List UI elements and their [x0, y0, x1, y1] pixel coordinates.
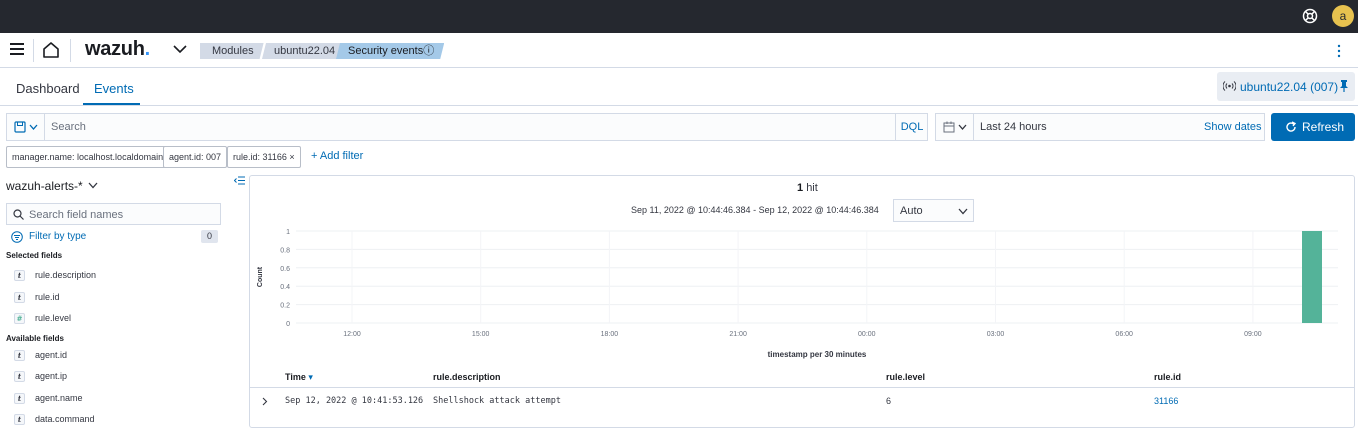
column-header-level[interactable]: rule.level [886, 372, 925, 382]
x-tick-label: 03:00 [987, 331, 1005, 338]
filter-count-badge: 0 [201, 230, 218, 243]
histogram-chart: 1 0.8 0.6 0.4 0.2 0 12:00 15:00 18:00 21:00 00:00 0… [257, 229, 1338, 359]
antenna-icon [1223, 81, 1236, 91]
top-header: a [0, 0, 1358, 33]
tab-dashboard[interactable]: Dashboard [16, 81, 80, 96]
refresh-icon [1286, 121, 1297, 132]
interval-select[interactable]: Auto [893, 199, 974, 222]
help-icon[interactable] [1302, 8, 1318, 24]
navbar: wazuh. Modules ubuntu22.04 Security even… [0, 33, 1358, 68]
search-icon [13, 209, 24, 220]
hit-count: 1 hit [797, 182, 818, 194]
cell-time: Sep 12, 2022 @ 10:41:53.126 [285, 396, 424, 406]
avatar[interactable]: a [1332, 5, 1354, 27]
date-range[interactable]: Last 24 hours [980, 121, 1047, 133]
collapse-sidebar-icon[interactable] [234, 176, 245, 185]
info-icon: ⓘ [423, 45, 435, 57]
query-bar: Search DQL [6, 113, 928, 141]
x-tick-label: 18:00 [601, 331, 619, 338]
sort-icon[interactable]: ▾ [308, 372, 313, 382]
breadcrumb-security-events: Security eventsⓘ [336, 43, 444, 59]
y-axis-label: Count [257, 266, 264, 287]
x-tick-label: 09:00 [1244, 331, 1262, 338]
add-filter-button[interactable]: + Add filter [311, 150, 363, 162]
string-type-icon: t [14, 350, 25, 361]
string-type-icon: t [14, 393, 25, 404]
column-header-description[interactable]: rule.description [433, 372, 501, 382]
time-range-label: Sep 11, 2022 @ 10:44:46.384 - Sep 12, 20… [631, 205, 879, 215]
x-tick-label: 00:00 [858, 331, 876, 338]
calendar-icon [943, 121, 955, 133]
active-tab-indicator [83, 103, 140, 105]
chevron-down-icon[interactable] [173, 44, 187, 54]
string-type-icon: t [14, 292, 25, 303]
y-tick-label: 0.8 [280, 247, 290, 254]
y-tick-label: 0 [286, 321, 290, 328]
y-tick-label: 0.2 [280, 303, 290, 310]
x-tick-label: 21:00 [729, 331, 747, 338]
selected-fields-title: Selected fields [6, 251, 63, 260]
filter-pill[interactable]: manager.name: localhost.localdomain [6, 146, 170, 168]
chevron-down-icon [958, 124, 967, 130]
string-type-icon: t [14, 414, 25, 425]
show-dates-link[interactable]: Show dates [1204, 121, 1261, 133]
breadcrumb-agent[interactable]: ubuntu22.04 [262, 43, 345, 59]
cell-description: Shellshock attack attempt [433, 396, 561, 406]
cell-level: 6 [886, 396, 892, 406]
agent-selector[interactable]: ubuntu22.04 (007) [1217, 72, 1355, 101]
filter-pill[interactable]: agent.id: 007 [163, 146, 228, 168]
breadcrumb-modules[interactable]: Modules [200, 43, 264, 59]
agent-label: ubuntu22.04 (007) [1240, 80, 1339, 94]
x-axis-label: timestamp per 30 minutes [768, 350, 867, 359]
dql-toggle[interactable]: DQL [895, 114, 928, 140]
wazuh-logo[interactable]: wazuh. [85, 38, 150, 61]
y-tick-label: 0.4 [280, 284, 290, 291]
close-icon[interactable]: × [289, 152, 294, 162]
column-header-time[interactable]: Time ▾ [285, 372, 313, 383]
menu-button[interactable] [10, 43, 24, 55]
more-vertical-icon[interactable] [1337, 44, 1341, 58]
string-type-icon: t [14, 371, 25, 382]
pin-icon[interactable] [1339, 80, 1349, 92]
cell-rule-id[interactable]: 31166 [1154, 396, 1178, 406]
date-picker: Last 24 hours Show dates [935, 113, 1265, 141]
available-fields-title: Available fields [6, 334, 64, 343]
quick-date-button[interactable] [936, 114, 974, 140]
x-tick-label: 15:00 [472, 331, 490, 338]
home-icon[interactable] [42, 41, 60, 59]
search-input[interactable]: Search [51, 121, 86, 133]
filter-by-type-button[interactable]: Filter by type 0 [11, 230, 221, 244]
refresh-button[interactable]: Refresh [1271, 113, 1355, 141]
column-header-rule-id[interactable]: rule.id [1154, 372, 1181, 382]
divider [70, 39, 71, 62]
save-icon [14, 121, 26, 133]
divider [33, 39, 34, 62]
tabs-bar: Dashboard Events ubuntu22.04 (007) [0, 68, 1358, 106]
index-pattern-selector[interactable]: wazuh-alerts-* [6, 179, 83, 193]
chevron-down-icon[interactable] [88, 182, 98, 189]
chevron-right-icon[interactable] [261, 397, 268, 406]
x-tick-label: 12:00 [343, 331, 361, 338]
tab-events[interactable]: Events [94, 81, 134, 96]
chevron-down-icon [958, 208, 968, 215]
chevron-down-icon [29, 124, 38, 130]
field-search-input[interactable]: Search field names [6, 203, 221, 225]
x-tick-label: 06:00 [1115, 331, 1133, 338]
string-type-icon: t [14, 270, 25, 281]
saved-queries-button[interactable] [7, 114, 45, 140]
number-type-icon: # [14, 313, 25, 324]
filter-pill[interactable]: rule.id: 31166 × [227, 146, 301, 168]
y-tick-label: 0.6 [280, 266, 290, 273]
divider [250, 387, 1354, 388]
y-tick-label: 1 [286, 229, 290, 236]
filter-icon [11, 231, 23, 243]
histogram-bar [1302, 231, 1322, 323]
